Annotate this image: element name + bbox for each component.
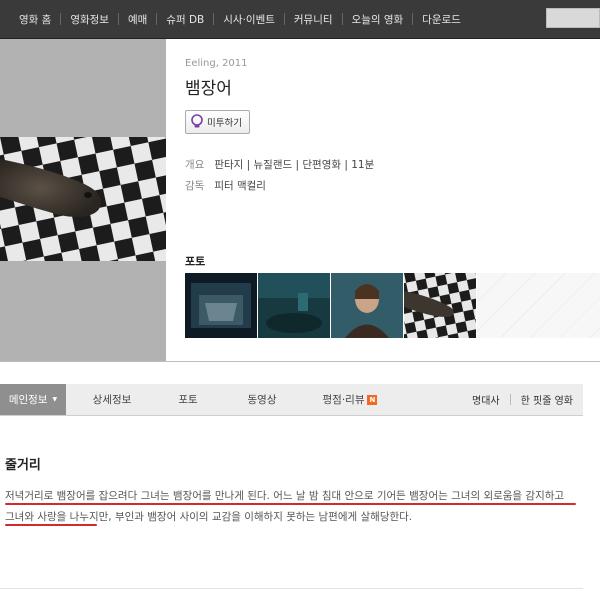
highlight-underline (5, 503, 576, 505)
nav-item-label: 슈퍼 DB (166, 13, 205, 26)
nav-item-label: 다운로드 (422, 13, 461, 26)
nav-item-preview-event[interactable]: 시사·이벤트 (213, 0, 284, 38)
photo-thumb[interactable] (258, 273, 330, 338)
content-tabs: 메인정보 ▼ 상세정보 포토 동영상 평점·리뷰 N 명대사 한 핏줄 영화 (0, 384, 583, 416)
movie-hero: Eeling, 2011 뱀장어 미투하기 개요 판타지 | 뉴질랜드 | 단편… (0, 39, 600, 362)
nav-item-super-db[interactable]: 슈퍼 DB (156, 0, 213, 38)
caret-down-icon: ▼ (52, 396, 58, 403)
director-row: 감독 피터 맥컬리 (185, 178, 266, 193)
section-divider (0, 588, 583, 589)
director-value[interactable]: 피터 맥컬리 (214, 178, 266, 193)
wish-button[interactable]: 미투하기 (185, 110, 250, 134)
tab-label: 메인정보 (8, 394, 48, 406)
tab-rating-review[interactable]: 평점·리뷰 N (306, 384, 394, 415)
nav-item-todays-movie[interactable]: 오늘의 영화 (342, 0, 413, 38)
nav-item-label: 영화정보 (70, 13, 109, 26)
photo-thumb[interactable] (331, 273, 403, 338)
nav-item-label: 시사·이벤트 (223, 13, 275, 26)
tab-label: 평점·리뷰 (322, 394, 365, 406)
nav-item-movie-info[interactable]: 영화정보 (60, 0, 118, 38)
tab-detail-info[interactable]: 상세정보 (66, 384, 158, 415)
tab-label: 포토 (178, 394, 198, 406)
nav-item-label: 오늘의 영화 (351, 13, 404, 26)
tab-label: 명대사 (472, 396, 500, 407)
movie-poster[interactable] (0, 137, 166, 261)
photo-strip (185, 273, 600, 338)
synopsis-text: 저녁거리로 뱀장어를 잡으려다 그녀는 뱀장어를 만나게 된다. 어느 날 밤 … (5, 490, 565, 523)
lightbulb-icon (190, 114, 204, 130)
tab-photo[interactable]: 포토 (158, 384, 218, 415)
summary-label: 개요 (185, 159, 205, 171)
wish-button-label: 미투하기 (207, 118, 242, 129)
movie-title: 뱀장어 (185, 79, 232, 99)
tab-video[interactable]: 동영상 (218, 384, 306, 415)
tab-right-group: 명대사 한 핏줄 영화 (462, 384, 583, 415)
photo-thumb[interactable] (404, 273, 476, 338)
poster-column (0, 39, 166, 361)
original-title: Eeling, 2011 (185, 58, 248, 69)
summary-row: 개요 판타지 | 뉴질랜드 | 단편영화 | 11분 (185, 157, 374, 172)
photo-heading: 포토 (185, 255, 206, 268)
poster-image (0, 137, 166, 261)
nav-item-label: 예매 (127, 13, 148, 26)
nav-item-label: 커뮤니티 (293, 13, 333, 26)
nav-item-download[interactable]: 다운로드 (412, 0, 470, 38)
nav-item-community[interactable]: 커뮤니티 (284, 0, 342, 38)
tab-label: 상세정보 (92, 394, 132, 406)
director-label: 감독 (185, 180, 205, 192)
top-nav: 영화 홈 영화정보 예매 슈퍼 DB 시사·이벤트 커뮤니티 오늘의 영화 다운… (0, 0, 600, 39)
search-input[interactable] (546, 8, 600, 28)
synopsis-heading: 줄거리 (5, 458, 41, 473)
highlight-underline (5, 524, 97, 526)
nav-item-label: 영화 홈 (19, 13, 52, 26)
tab-label: 한 핏줄 영화 (520, 396, 573, 407)
photo-placeholder (477, 273, 600, 338)
tab-main-info[interactable]: 메인정보 ▼ (0, 384, 66, 415)
movie-info: Eeling, 2011 뱀장어 미투하기 개요 판타지 | 뉴질랜드 | 단편… (185, 39, 600, 361)
nav-item-movie-home[interactable]: 영화 홈 (10, 0, 60, 38)
tab-label: 동영상 (247, 394, 277, 406)
new-badge: N (367, 394, 378, 405)
summary-value: 판타지 | 뉴질랜드 | 단편영화 | 11분 (214, 159, 375, 171)
tab-related-movies[interactable]: 한 핏줄 영화 (511, 384, 583, 415)
tab-quotes[interactable]: 명대사 (462, 384, 510, 415)
photo-thumb[interactable] (185, 273, 257, 338)
nav-item-booking[interactable]: 예매 (118, 0, 156, 38)
